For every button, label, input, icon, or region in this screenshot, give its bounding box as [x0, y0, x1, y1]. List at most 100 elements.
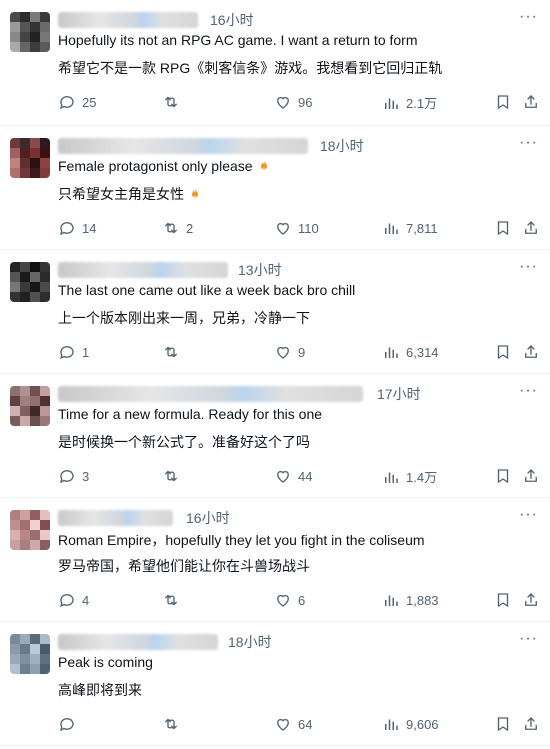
retweet-icon	[162, 93, 180, 111]
action-bar: 3 44 1.4万	[58, 467, 538, 489]
views-button[interactable]: 7,811	[382, 219, 438, 237]
retweet-icon	[162, 219, 180, 237]
timestamp[interactable]: 16小时	[186, 508, 230, 528]
retweet-button[interactable]	[162, 715, 186, 733]
retweet-button[interactable]	[162, 467, 186, 485]
reply-item[interactable]: 16小时 ··· Roman Empire，hopefully they let…	[0, 498, 550, 622]
reply-translation: 希望它不是一款 RPG《刺客信条》游戏。我想看到它回归正轨	[58, 60, 443, 76]
retweet-icon	[162, 715, 180, 733]
share-button[interactable]	[522, 219, 540, 237]
timestamp[interactable]: 18小时	[228, 632, 272, 652]
share-icon	[522, 219, 540, 237]
bookmark-button[interactable]	[494, 219, 512, 237]
heart-icon	[274, 591, 292, 609]
heart-icon	[274, 467, 292, 485]
reply-item[interactable]: 13小时 ··· The last one came out like a we…	[0, 250, 550, 374]
username-redacted[interactable]	[58, 12, 198, 28]
avatar[interactable]	[10, 262, 50, 302]
fire-icon	[260, 160, 267, 171]
analytics-icon	[382, 343, 400, 361]
heart-icon	[274, 343, 292, 361]
avatar[interactable]	[10, 12, 50, 52]
avatar[interactable]	[10, 510, 50, 550]
more-options-icon[interactable]: ···	[519, 630, 538, 648]
share-button[interactable]	[522, 343, 540, 361]
reply-button[interactable]: 3	[58, 467, 89, 485]
username-redacted[interactable]	[58, 634, 218, 650]
reply-translation: 高峰即将到来	[58, 682, 142, 698]
analytics-icon	[382, 468, 400, 486]
reply-icon	[58, 343, 76, 361]
bookmark-button[interactable]	[494, 343, 512, 361]
share-button[interactable]	[522, 467, 540, 485]
analytics-icon	[382, 591, 400, 609]
bookmark-button[interactable]	[494, 467, 512, 485]
share-button[interactable]	[522, 715, 540, 733]
reply-text: Hopefully its not an RPG AC game. I want…	[58, 32, 418, 48]
reply-item[interactable]: 17小时 ··· Time for a new formula. Ready f…	[0, 374, 550, 498]
share-button[interactable]	[522, 93, 540, 111]
username-redacted[interactable]	[58, 262, 228, 278]
reply-button[interactable]: 25	[58, 93, 96, 111]
more-options-icon[interactable]: ···	[519, 134, 538, 152]
reply-text: The last one came out like a week back b…	[58, 282, 356, 298]
avatar[interactable]	[10, 634, 50, 674]
action-bar: 1 9 6,314	[58, 343, 538, 365]
share-icon	[522, 467, 540, 485]
share-icon	[522, 93, 540, 111]
avatar[interactable]	[10, 138, 50, 178]
like-count: 6	[298, 592, 306, 608]
more-options-icon[interactable]: ···	[519, 258, 538, 276]
reply-text: Roman Empire，hopefully they let you figh…	[58, 532, 425, 548]
retweet-button[interactable]	[162, 591, 186, 609]
timestamp[interactable]: 13小时	[238, 260, 282, 280]
reply-item[interactable]: 18小时 ··· Female protagonist only please …	[0, 126, 550, 250]
like-count: 64	[298, 716, 313, 732]
reply-button[interactable]	[58, 715, 82, 733]
reply-item[interactable]: 18小时 ··· Peak is coming 高峰即将到来 64 9,606	[0, 622, 550, 746]
views-button[interactable]: 2.1万	[382, 93, 437, 112]
bookmark-icon	[494, 343, 512, 361]
retweet-icon	[162, 467, 180, 485]
views-button[interactable]: 1.4万	[382, 467, 437, 486]
reply-text: Time for a new formula. Ready for this o…	[58, 406, 323, 422]
like-button[interactable]: 6	[274, 591, 305, 609]
timestamp[interactable]: 18小时	[320, 136, 364, 156]
timestamp[interactable]: 16小时	[210, 10, 254, 30]
share-button[interactable]	[522, 591, 540, 609]
username-redacted[interactable]	[58, 386, 363, 402]
timestamp[interactable]: 17小时	[377, 384, 421, 404]
views-button[interactable]: 9,606	[382, 715, 439, 733]
more-options-icon[interactable]: ···	[519, 382, 538, 400]
analytics-icon	[382, 94, 400, 112]
reply-button[interactable]: 14	[58, 219, 96, 237]
heart-icon	[274, 93, 292, 111]
bookmark-button[interactable]	[494, 715, 512, 733]
more-options-icon[interactable]: ···	[519, 506, 538, 524]
reply-button[interactable]: 4	[58, 591, 89, 609]
views-button[interactable]: 1,883	[382, 591, 439, 609]
retweet-button[interactable]: 2	[162, 219, 193, 237]
like-button[interactable]: 44	[274, 467, 312, 485]
like-button[interactable]: 110	[274, 219, 319, 237]
bookmark-button[interactable]	[494, 591, 512, 609]
username-redacted[interactable]	[58, 138, 308, 154]
reply-translation: 罗马帝国，希望他们能让你在斗兽场战斗	[58, 558, 310, 574]
like-button[interactable]: 64	[274, 715, 312, 733]
reply-item[interactable]: 16小时 ··· Hopefully its not an RPG AC gam…	[0, 0, 550, 126]
reply-translation: 上一个版本刚出来一周，兄弟，冷静一下	[58, 310, 310, 326]
retweet-icon	[162, 343, 180, 361]
retweet-button[interactable]	[162, 343, 186, 361]
bookmark-button[interactable]	[494, 93, 512, 111]
share-icon	[522, 715, 540, 733]
like-button[interactable]: 96	[274, 93, 312, 111]
view-count: 9,606	[406, 716, 439, 732]
username-redacted[interactable]	[58, 510, 173, 526]
retweet-button[interactable]	[162, 93, 186, 111]
more-options-icon[interactable]: ···	[519, 8, 538, 26]
views-button[interactable]: 6,314	[382, 343, 439, 361]
like-button[interactable]: 9	[274, 343, 305, 361]
avatar[interactable]	[10, 386, 50, 426]
action-bar: 25 96 2.1万	[58, 93, 538, 115]
reply-button[interactable]: 1	[58, 343, 89, 361]
